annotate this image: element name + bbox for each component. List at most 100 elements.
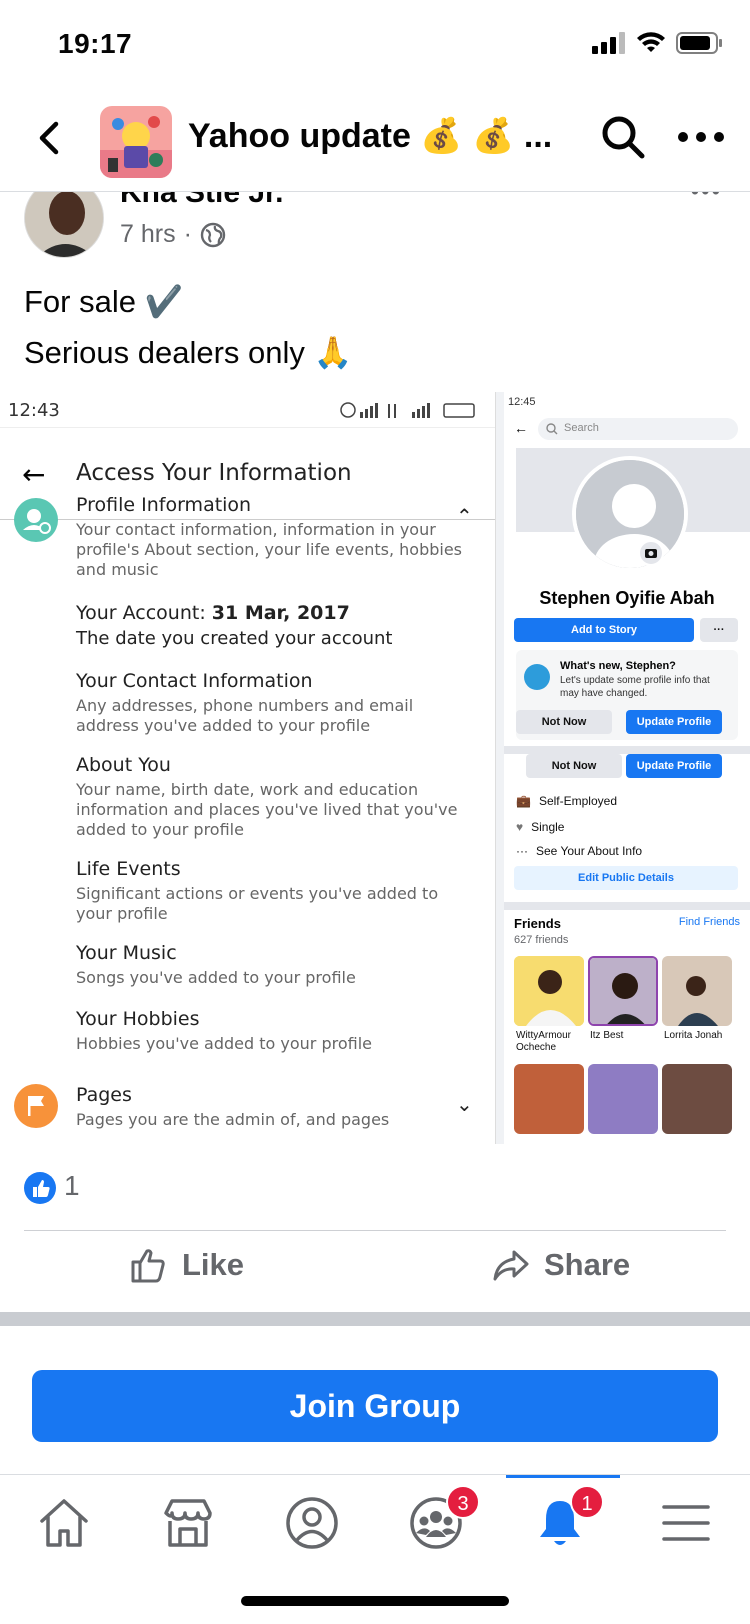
section-description: Your contact information, information in… (76, 520, 463, 579)
embedded-update-card: What's new, Stephen? Let's update some p… (516, 650, 738, 740)
share-button[interactable]: Share (492, 1246, 630, 1284)
post-time[interactable]: 7 hrs (120, 220, 176, 249)
share-label: Share (544, 1247, 631, 1282)
group-image-icon (100, 106, 172, 178)
home-icon (40, 1499, 88, 1547)
embedded-status-bar: 12:43 (0, 392, 495, 428)
avatar-photo-icon (25, 192, 103, 257)
pages-flag-icon (14, 1084, 58, 1128)
section-heading: About You (76, 754, 171, 776)
section-profile-information: Profile Information Your contact informa… (76, 494, 476, 580)
section-contact-info: Your Contact Information Any addresses, … (76, 670, 476, 736)
post-meta: 7 hrs · (120, 220, 226, 249)
embedded-update-profile-button: Update Profile (626, 710, 722, 734)
battery-icon (676, 32, 722, 54)
section-life-events: Life Events Significant actions or event… (76, 858, 476, 924)
tab-home[interactable] (34, 1493, 94, 1553)
hamburger-menu-icon (662, 1505, 710, 1541)
embedded-friend-photo (514, 1064, 584, 1134)
account-label: Your Account: (76, 602, 212, 624)
embedded-signal-icon (340, 402, 475, 418)
account-date: 31 Mar, 2017 (211, 602, 350, 624)
post-header: Kha Stle Jr. 7 hrs · ••• (0, 192, 750, 262)
tab-profile[interactable] (282, 1493, 342, 1553)
embedded-friend-photo (662, 956, 732, 1026)
group-title[interactable]: Yahoo update 💰 💰 ... (188, 116, 552, 156)
join-group-container: Join Group (32, 1370, 718, 1442)
notifications-badge: 1 (570, 1485, 604, 1519)
thumbs-up-icon (131, 1249, 165, 1283)
detail-label: Self-Employed (538, 794, 617, 808)
embedded-page-title: Access Your Information (76, 460, 352, 486)
author-name[interactable]: Kha Stle Jr. (120, 192, 283, 210)
embedded-search-bar: ← Search (514, 418, 744, 444)
section-your-music: Your Music Songs you've added to your pr… (76, 942, 476, 988)
embedded-friend-name: Lorrita Jonah (664, 1030, 723, 1041)
tab-marketplace[interactable] (158, 1493, 218, 1553)
tab-menu[interactable] (656, 1493, 716, 1553)
embedded-not-now-button: Not Now (516, 710, 612, 734)
section-divider (0, 1312, 750, 1326)
embedded-detail-relationship: ♥ Single (516, 820, 564, 834)
reaction-count: 1 (64, 1170, 80, 1201)
embedded-friend-name: Itz Best (590, 1030, 624, 1041)
group-thumbnail[interactable] (100, 106, 172, 178)
section-description: Your name, birth date, work and educatio… (76, 780, 458, 839)
groups-badge: 3 (446, 1485, 480, 1519)
tab-groups[interactable]: 3 (406, 1485, 480, 1553)
briefcase-icon: 💼 (516, 794, 531, 808)
group-header: Yahoo update 💰 💰 ... (0, 92, 750, 192)
post-image[interactable]: 12:43 ← Access Your Information ⌃ Profil… (0, 392, 750, 1144)
section-pages: Pages Pages you are the admin of, and pa… (76, 1084, 476, 1130)
cellular-signal-icon (592, 32, 625, 54)
embedded-card-desc: Let's update some profile info that may … (560, 675, 710, 699)
like-label: Like (182, 1247, 245, 1282)
embedded-friend-name: WittyArmour Ocheche (516, 1030, 571, 1053)
post-more-icon[interactable]: ••• (691, 192, 722, 206)
embedded-friend-photo (588, 956, 658, 1026)
more-options-icon[interactable] (676, 126, 726, 148)
embedded-profile-picture (572, 456, 688, 572)
reactions-summary[interactable]: 1 (0, 1144, 750, 1230)
section-description: Songs you've added to your profile (76, 968, 356, 987)
embedded-friend-photo (514, 956, 584, 1026)
join-group-button[interactable]: Join Group (32, 1370, 718, 1442)
section-description: Any addresses, phone numbers and email a… (76, 696, 414, 735)
section-heading: Your Account: 31 Mar, 2017 (76, 602, 476, 624)
author-avatar[interactable] (24, 192, 104, 258)
like-reaction-icon (24, 1172, 56, 1204)
section-your-account: Your Account: 31 Mar, 2017 The date you … (76, 602, 476, 653)
section-description: Hobbies you've added to your profile (76, 1034, 372, 1053)
meta-separator: · (183, 220, 192, 248)
embedded-card-title: What's new, Stephen? (560, 660, 676, 672)
embedded-camera-icon (638, 540, 664, 566)
screenshot-access-information: 12:43 ← Access Your Information ⌃ Profil… (0, 392, 496, 1144)
embedded-edit-public-button: Edit Public Details (514, 866, 738, 890)
embedded-search-icon (546, 423, 558, 435)
section-about-you: About You Your name, birth date, work an… (76, 754, 476, 840)
globe-icon (200, 222, 226, 247)
tab-notifications[interactable]: 1 (530, 1485, 604, 1553)
share-icon (493, 1250, 529, 1281)
like-button[interactable]: Like (130, 1246, 244, 1284)
section-heading: Your Hobbies (76, 1008, 200, 1030)
status-bar: 19:17 (0, 0, 750, 92)
embedded-more-button: ··· (700, 618, 738, 642)
detail-label: See Your About Info (536, 844, 643, 858)
embedded-back-arrow-icon: ← (514, 420, 528, 436)
post-text-line: Serious dealers only 🙏 (24, 335, 353, 370)
home-indicator (241, 1596, 509, 1606)
section-heading: Life Events (76, 858, 181, 880)
section-heading: Profile Information (76, 494, 252, 516)
back-icon[interactable] (28, 116, 72, 160)
ellipsis-icon: ··· (516, 844, 528, 858)
embedded-update-profile-button: Update Profile (626, 754, 722, 778)
detail-label: Single (531, 820, 565, 834)
profile-icon (286, 1497, 338, 1549)
reactions-divider (24, 1230, 726, 1231)
embedded-friends-title: Friends (514, 916, 561, 931)
section-heading: Pages (76, 1084, 132, 1106)
search-icon[interactable] (600, 114, 646, 160)
section-description: Pages you are the admin of, and pages (76, 1110, 390, 1129)
embedded-back-arrow-icon: ← (22, 458, 46, 491)
